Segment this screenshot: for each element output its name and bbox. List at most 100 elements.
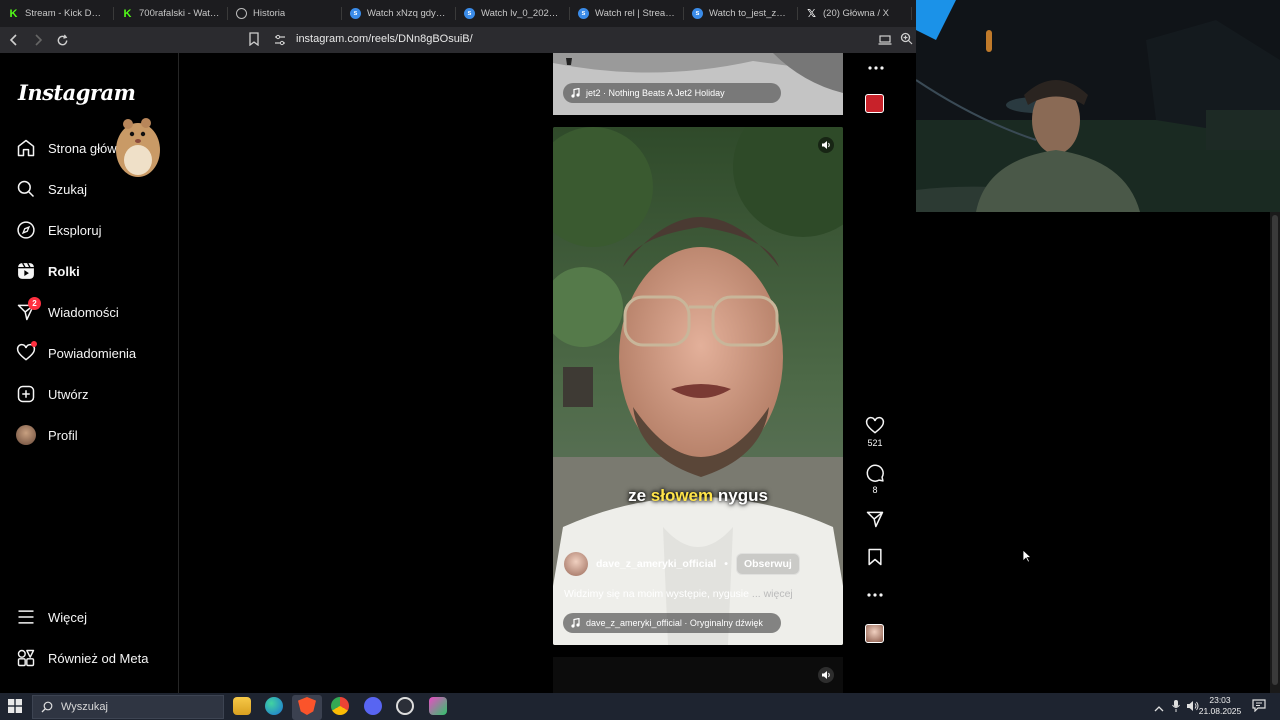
menu-icon bbox=[18, 610, 34, 624]
file-explorer-icon[interactable] bbox=[233, 697, 251, 715]
forward-button[interactable] bbox=[28, 30, 48, 50]
back-button[interactable] bbox=[4, 30, 24, 50]
sidebar-item-reels[interactable]: Rolki bbox=[16, 256, 80, 286]
meta-grid-icon bbox=[17, 649, 35, 667]
mute-toggle-button[interactable] bbox=[818, 137, 834, 158]
streamable-icon: s bbox=[578, 8, 589, 19]
reader-mode-button[interactable] bbox=[878, 33, 892, 51]
sidebar-item-label: Również od Meta bbox=[48, 650, 149, 666]
like-button[interactable] bbox=[865, 416, 885, 436]
caption-text: Widzimy się na moim występie, nygusie bbox=[564, 588, 749, 600]
sidebar-item-label: Szukaj bbox=[48, 181, 88, 197]
reel-caption[interactable]: Widzimy się na moim występie, nygusie ..… bbox=[564, 588, 793, 600]
browser-tab[interactable]: sWatch xNzq gdyby pyt bbox=[342, 0, 456, 27]
previous-reel-music-pill[interactable]: jet2 · Nothing Beats A Jet2 Holiday bbox=[563, 83, 781, 103]
sidebar-item-label: Utwórz bbox=[48, 386, 89, 402]
sidebar-item-explore[interactable]: Eksploruj bbox=[16, 215, 101, 245]
edge-icon[interactable] bbox=[265, 697, 283, 715]
taskbar-search-placeholder: Wyszukaj bbox=[61, 701, 108, 713]
browser-tab[interactable]: Historia bbox=[228, 0, 342, 27]
sidebar-item-messages[interactable]: 2 Wiadomości bbox=[16, 297, 119, 327]
bookmark-button[interactable] bbox=[248, 32, 260, 51]
history-icon bbox=[236, 8, 247, 19]
notification-dot bbox=[31, 341, 37, 347]
taskbar-clock[interactable]: 23:03 21.08.2025 bbox=[1198, 695, 1242, 717]
mouse-cursor-icon bbox=[1022, 549, 1032, 563]
save-button[interactable] bbox=[865, 547, 885, 567]
comment-button[interactable] bbox=[865, 463, 885, 483]
clock-time: 23:03 bbox=[1209, 695, 1231, 705]
author-username[interactable]: dave_z_ameryki_official bbox=[596, 558, 716, 570]
chrome-icon[interactable] bbox=[331, 697, 349, 715]
webcam-overlay bbox=[916, 0, 1280, 212]
windows-icon bbox=[8, 699, 22, 713]
reload-button[interactable] bbox=[52, 30, 72, 50]
site-info-button[interactable] bbox=[274, 33, 286, 51]
next-reel-video[interactable] bbox=[553, 657, 843, 693]
sidebar-item-search[interactable]: Szukaj bbox=[16, 174, 87, 204]
plus-square-icon bbox=[17, 385, 35, 403]
browser-tab[interactable]: K700rafalski - Watch cli bbox=[114, 0, 228, 27]
kick-icon: K bbox=[123, 7, 132, 20]
caption-more-link[interactable]: ... więcej bbox=[752, 588, 793, 600]
address-bar: instagram.com/reels/DNn8gBOsuiB/ bbox=[0, 27, 916, 53]
sidebar-item-label: Rolki bbox=[48, 263, 80, 279]
sidebar-item-notifications[interactable]: Powiadomienia bbox=[16, 338, 136, 368]
sidebar-item-label: Profil bbox=[48, 427, 78, 443]
forward-arrow-icon bbox=[35, 34, 43, 46]
notification-center-icon[interactable] bbox=[1252, 699, 1266, 717]
discord-icon[interactable] bbox=[364, 697, 382, 715]
microphone-icon[interactable] bbox=[1172, 699, 1180, 717]
url-field[interactable]: instagram.com/reels/DNn8gBOsuiB/ bbox=[296, 33, 473, 45]
instagram-logo[interactable]: Instagram bbox=[18, 80, 136, 105]
speaker-icon bbox=[818, 137, 834, 153]
reels-icon bbox=[18, 262, 34, 279]
subtitle-word: ze bbox=[628, 486, 647, 505]
tray-chevron-icon[interactable] bbox=[1154, 700, 1164, 718]
zoom-button[interactable] bbox=[900, 32, 913, 50]
next-reel-mute-toggle[interactable] bbox=[818, 667, 834, 688]
sidebar-item-label: Eksploruj bbox=[48, 222, 102, 238]
comment-icon bbox=[866, 464, 884, 482]
author-avatar[interactable] bbox=[564, 552, 588, 576]
search-icon bbox=[17, 180, 35, 198]
sidebar-item-also-from-meta[interactable]: Również od Meta bbox=[16, 643, 148, 673]
separator-dot: • bbox=[724, 558, 728, 570]
start-button[interactable] bbox=[8, 699, 22, 718]
subtitle-word: nygus bbox=[717, 486, 768, 505]
reel-audio-thumbnail[interactable] bbox=[865, 624, 884, 643]
browser-tab[interactable]: sWatch to_jest_zwykła bbox=[684, 0, 798, 27]
sidebar-item-create[interactable]: Utwórz bbox=[16, 379, 88, 409]
back-arrow-icon bbox=[9, 34, 17, 46]
previous-reel-audio-thumbnail[interactable] bbox=[865, 94, 884, 113]
bookmark-icon bbox=[249, 32, 259, 47]
browser-tab[interactable]: K Stream - Kick Dash bbox=[0, 0, 114, 27]
reel-more-button[interactable] bbox=[865, 585, 885, 605]
more-dots-icon bbox=[867, 593, 883, 597]
scrollbar-thumb[interactable] bbox=[1272, 215, 1278, 685]
sidebar-item-more[interactable]: Więcej bbox=[16, 602, 87, 632]
previous-reel-more-button[interactable] bbox=[866, 58, 886, 78]
browser-tab[interactable]: 𝕏 (20) Główna / X bbox=[798, 0, 912, 27]
like-count: 521 bbox=[867, 438, 883, 448]
sidebar-item-label: Wiadomości bbox=[48, 304, 119, 320]
reel-music-pill[interactable]: dave_z_ameryki_official · Oryginalny dźw… bbox=[563, 613, 781, 633]
obs-icon[interactable] bbox=[396, 697, 414, 715]
music-note-icon bbox=[571, 618, 580, 628]
sidebar-item-profile[interactable]: Profil bbox=[16, 420, 78, 450]
laptop-icon bbox=[878, 35, 892, 45]
browser-tab[interactable]: sWatch rel | Streamable bbox=[570, 0, 684, 27]
reel-author-row: dave_z_ameryki_official • Obserwuj bbox=[564, 552, 800, 576]
browser-tab[interactable]: s Watch lv_0_2024122 bbox=[456, 0, 570, 27]
clock-date: 21.08.2025 bbox=[1198, 706, 1242, 716]
share-button[interactable] bbox=[865, 509, 885, 529]
video-subtitle: ze słowem nygus bbox=[553, 486, 843, 506]
comment-count: 8 bbox=[872, 485, 878, 495]
sidebar-item-label: Więcej bbox=[48, 609, 88, 625]
compass-icon bbox=[17, 221, 35, 239]
speaker-icon bbox=[818, 667, 834, 683]
follow-button[interactable]: Obserwuj bbox=[735, 553, 800, 575]
app-icon[interactable] bbox=[429, 697, 447, 715]
taskbar-search[interactable]: Wyszukaj bbox=[32, 695, 224, 719]
reload-icon bbox=[57, 34, 67, 45]
